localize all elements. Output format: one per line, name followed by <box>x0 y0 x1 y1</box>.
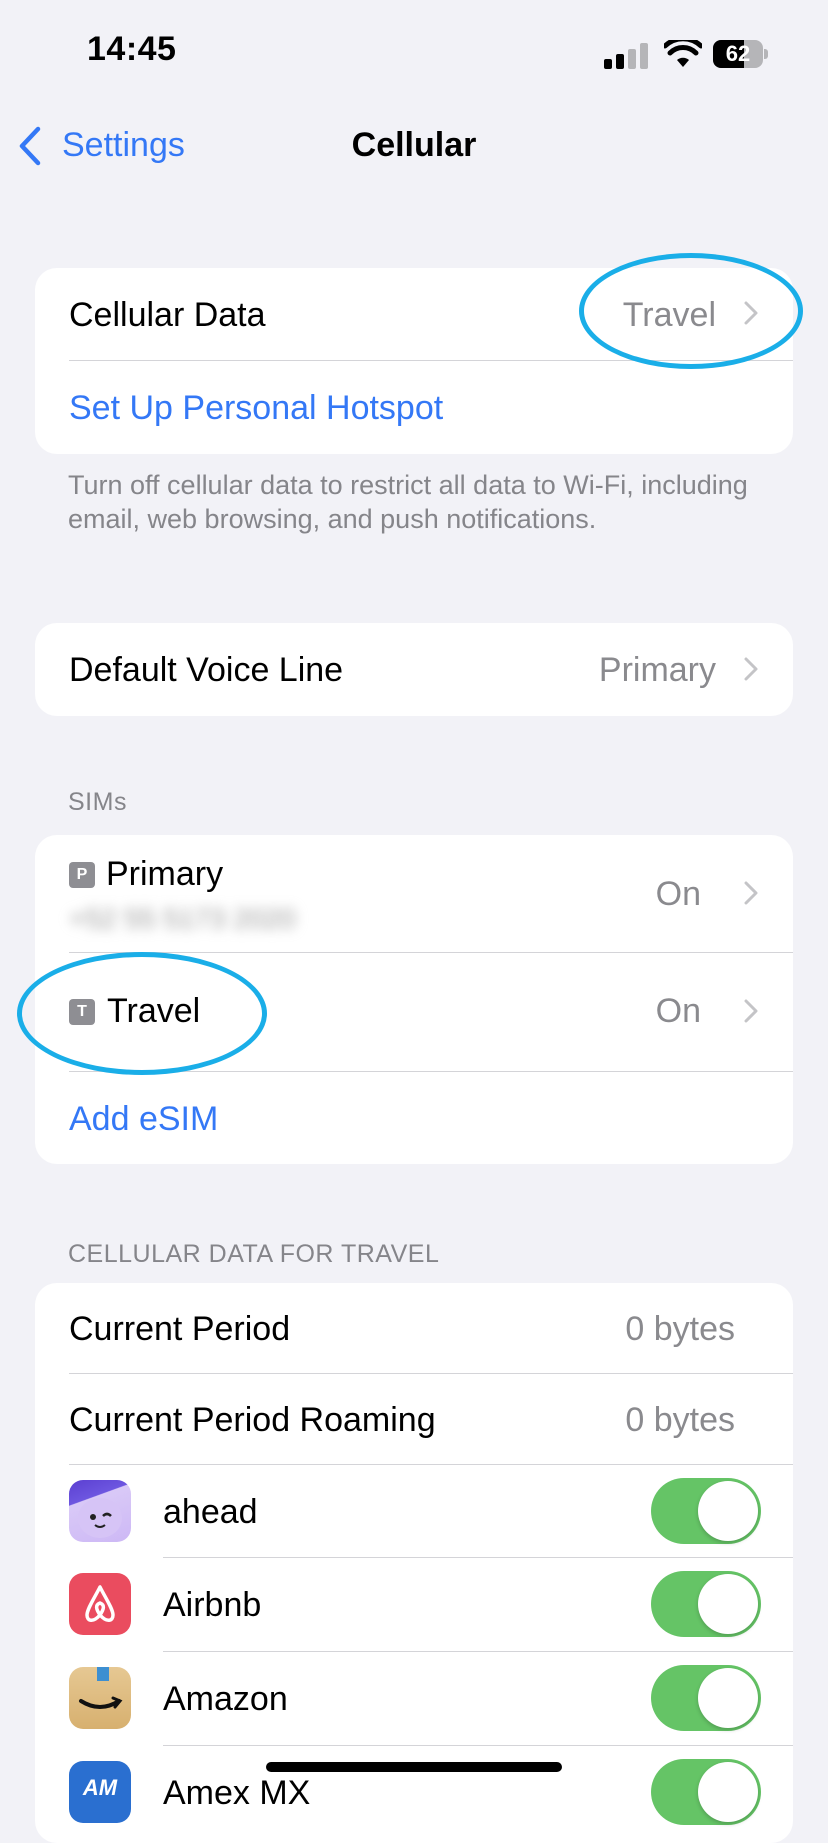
airbnb-app-icon <box>69 1573 131 1635</box>
highlight-ring <box>579 253 803 369</box>
amazon-toggle[interactable] <box>651 1665 761 1731</box>
app-name-ahead: ahead <box>163 1493 258 1531</box>
status-time: 14:45 <box>87 30 177 68</box>
add-esim-row[interactable]: Add eSIM <box>35 1072 793 1164</box>
airbnb-toggle[interactable] <box>651 1571 761 1637</box>
set-up-hotspot-link[interactable]: Set Up Personal Hotspot <box>69 389 443 428</box>
sim-name-primary: Primary <box>106 855 224 893</box>
battery-level: 62 <box>725 41 751 66</box>
app-row-amex: AM Amex MX <box>35 1746 793 1839</box>
home-indicator <box>266 1762 562 1772</box>
current-period-label: Current Period <box>69 1310 291 1348</box>
amex-toggle[interactable] <box>651 1759 761 1825</box>
roaming-value: 0 bytes <box>625 1401 735 1439</box>
default-voice-line-value: Primary <box>598 651 716 689</box>
cellular-data-label: Cellular Data <box>69 296 266 334</box>
cellular-data-footer: Turn off cellular data to restrict all d… <box>68 470 748 534</box>
wifi-icon <box>664 40 702 67</box>
hotspot-row[interactable]: Set Up Personal Hotspot <box>35 361 793 454</box>
current-period-value: 0 bytes <box>625 1310 735 1348</box>
roaming-label: Current Period Roaming <box>69 1401 436 1439</box>
app-row-airbnb: Airbnb <box>35 1558 793 1651</box>
usage-card: Current Period 0 bytes Current Period Ro… <box>35 1283 793 1843</box>
default-voice-line-label: Default Voice Line <box>69 651 344 689</box>
amazon-app-icon <box>69 1667 131 1729</box>
cellular-signal-icon <box>604 43 650 69</box>
sim-status-travel: On <box>655 992 701 1030</box>
amex-app-icon: AM <box>69 1761 131 1823</box>
current-period-row: Current Period 0 bytes <box>35 1283 793 1373</box>
app-name-amazon: Amazon <box>163 1680 288 1718</box>
app-name-amex: Amex MX <box>163 1774 311 1812</box>
chevron-right-icon <box>744 657 758 681</box>
app-row-amazon: Amazon <box>35 1652 793 1745</box>
chevron-right-icon <box>744 999 758 1023</box>
default-voice-line-row[interactable]: Default Voice Line Primary <box>35 623 793 716</box>
sim-number-primary: +52 55 5173 2020 <box>69 903 296 934</box>
ahead-app-icon <box>69 1480 131 1542</box>
add-esim-link[interactable]: Add eSIM <box>69 1100 218 1139</box>
battery-icon: 62 <box>713 40 768 68</box>
ahead-toggle[interactable] <box>651 1478 761 1544</box>
page-title: Cellular <box>351 126 477 164</box>
usage-header: CELLULAR DATA FOR TRAVEL <box>68 1240 440 1268</box>
app-row-ahead: ahead <box>35 1465 793 1557</box>
highlight-ring <box>17 952 267 1075</box>
voice-line-card: Default Voice Line Primary <box>35 623 793 716</box>
sim-status-primary: On <box>655 875 701 913</box>
svg-text:AM: AM <box>82 1775 118 1800</box>
sim-badge-p: P <box>69 862 95 888</box>
sims-header: SIMs <box>68 788 127 816</box>
sim-row-primary[interactable]: P Primary +52 55 5173 2020 On <box>35 835 793 952</box>
chevron-right-icon <box>744 881 758 905</box>
app-name-airbnb: Airbnb <box>163 1586 262 1624</box>
roaming-row: Current Period Roaming 0 bytes <box>35 1374 793 1464</box>
